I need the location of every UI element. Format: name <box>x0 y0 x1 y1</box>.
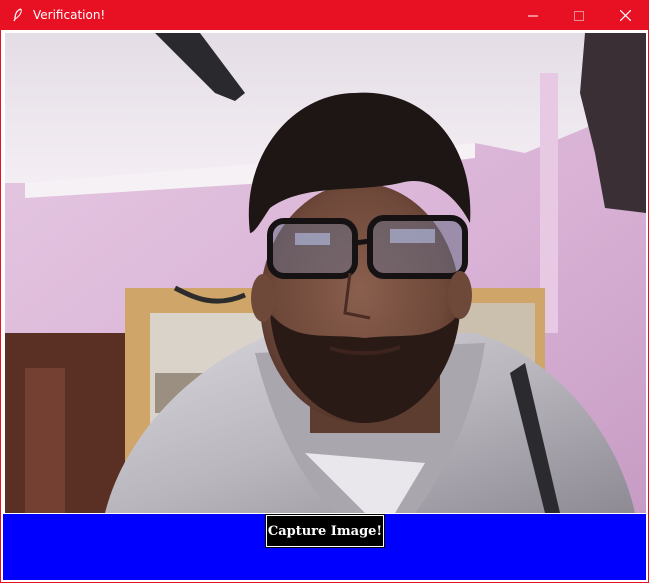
close-icon <box>619 6 631 25</box>
capture-image-button[interactable]: Capture Image! <box>265 514 385 548</box>
webcam-feed <box>5 33 646 513</box>
controls-bar: Capture Image! <box>3 514 646 580</box>
feather-icon <box>11 8 25 22</box>
maximize-icon <box>574 6 584 25</box>
minimize-button[interactable] <box>510 0 556 30</box>
window-content: Capture Image! <box>1 30 648 582</box>
webcam-image <box>5 33 646 513</box>
window-controls <box>510 0 648 30</box>
window-title: Verification! <box>33 8 106 22</box>
minimize-icon <box>528 6 538 25</box>
verification-window: Verification! Capture Image! <box>0 0 649 583</box>
title-bar[interactable]: Verification! <box>1 0 648 30</box>
close-button[interactable] <box>602 0 648 30</box>
maximize-button[interactable] <box>556 0 602 30</box>
